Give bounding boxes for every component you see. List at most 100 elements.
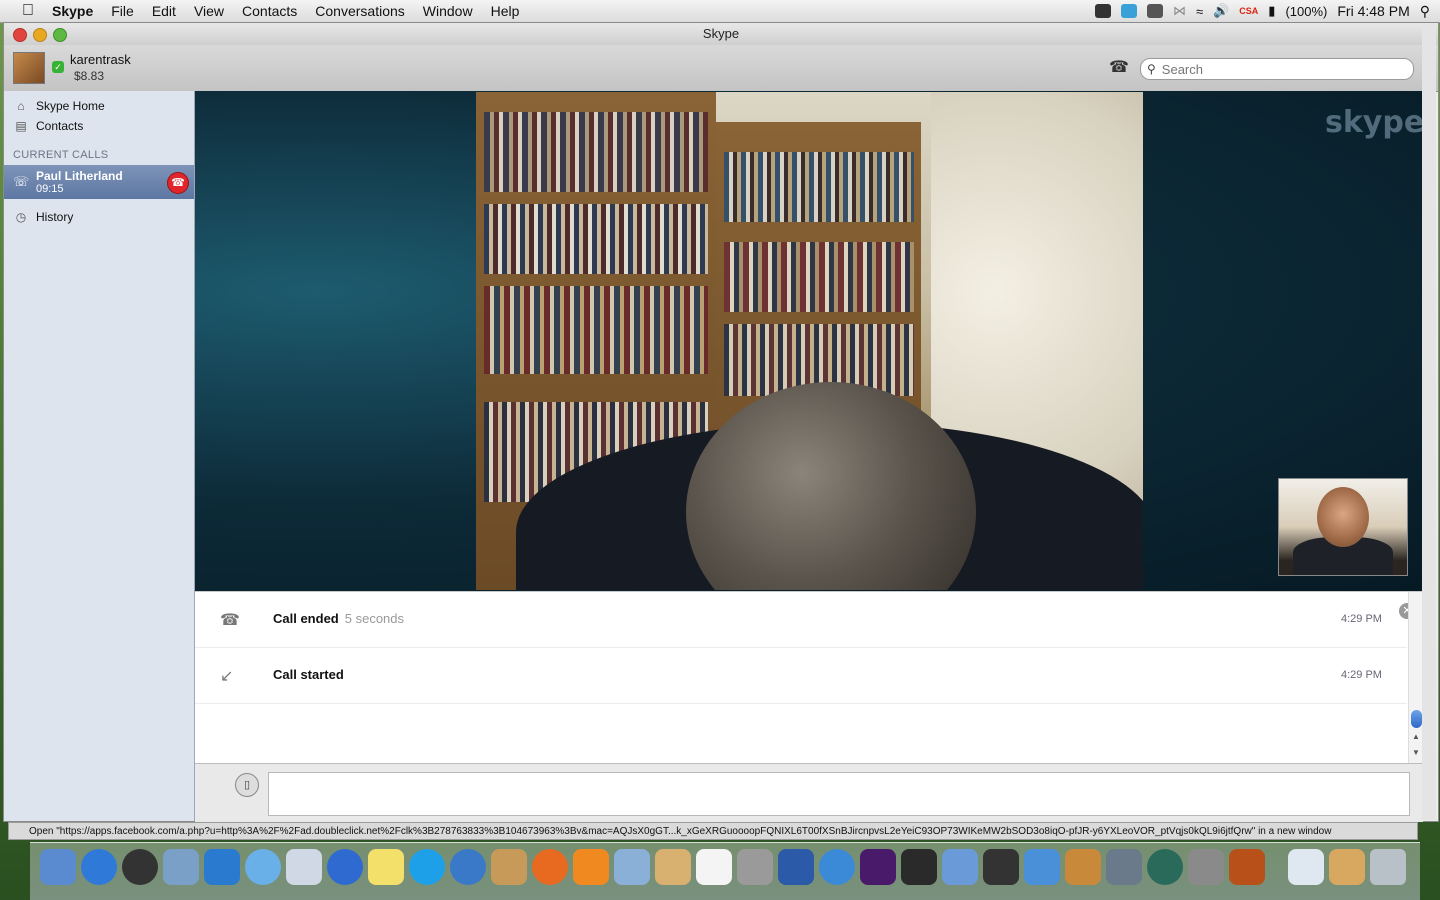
window-scrollbar[interactable] bbox=[1422, 24, 1436, 820]
trash-icon[interactable] bbox=[1370, 849, 1406, 885]
username[interactable]: karentrask bbox=[70, 52, 131, 67]
quicktime-icon[interactable] bbox=[450, 849, 486, 885]
menu-edit[interactable]: Edit bbox=[152, 3, 176, 19]
sidebar-item-label: History bbox=[36, 210, 74, 224]
photo-booth-icon[interactable] bbox=[614, 849, 650, 885]
google-earth-icon[interactable] bbox=[327, 849, 363, 885]
call-event-time: 4:29 PM bbox=[1341, 613, 1382, 625]
skype-credit[interactable]: $8.83 bbox=[74, 69, 104, 83]
expose-icon[interactable] bbox=[1106, 849, 1142, 885]
skype-icon[interactable] bbox=[409, 849, 445, 885]
window-minimize-button[interactable] bbox=[33, 28, 47, 42]
finder-icon[interactable] bbox=[40, 849, 76, 885]
word-icon[interactable] bbox=[204, 849, 240, 885]
scroll-up-icon[interactable]: ▲ bbox=[1412, 732, 1420, 741]
system-preferences-icon[interactable] bbox=[1188, 849, 1224, 885]
app-store-icon[interactable] bbox=[81, 849, 117, 885]
avatar[interactable] bbox=[13, 52, 45, 84]
menu-view[interactable]: View bbox=[194, 3, 224, 19]
premiere-icon[interactable] bbox=[860, 849, 896, 885]
scroll-down-icon[interactable]: ▼ bbox=[1412, 748, 1420, 757]
calendar-icon[interactable] bbox=[696, 849, 732, 885]
stickies-icon[interactable] bbox=[368, 849, 404, 885]
menu-extras: ⋈ ≈ 🔊 CSA ▮ (100%) Fri 4:48 PM ⚲ bbox=[1094, 0, 1440, 22]
migration-icon[interactable] bbox=[942, 849, 978, 885]
time-machine-icon[interactable] bbox=[1147, 849, 1183, 885]
menu-file[interactable]: File bbox=[111, 3, 134, 19]
menu-bar:  Skype File Edit View Contacts Conversa… bbox=[0, 0, 1440, 23]
current-calls-header: CURRENT CALLS bbox=[13, 149, 109, 161]
safari-icon[interactable] bbox=[245, 849, 281, 885]
self-person-face bbox=[1317, 487, 1369, 547]
sidebar-item-history[interactable]: ◷ History bbox=[4, 207, 194, 227]
call-event-label: Call started bbox=[273, 667, 344, 682]
spotlight-icon[interactable]: ⚲ bbox=[1420, 3, 1430, 20]
self-video-preview[interactable] bbox=[1278, 478, 1408, 576]
profile-toolbar: ✓ karentrask $8.83 ☎ ⚲ bbox=[4, 45, 1438, 92]
preview-icon[interactable] bbox=[163, 849, 199, 885]
sidebar: ⌂ Skype Home ▤ Contacts CURRENT CALLS ☏ … bbox=[4, 91, 195, 821]
vlc-icon[interactable] bbox=[573, 849, 609, 885]
xcode-icon[interactable] bbox=[286, 849, 322, 885]
menu-window[interactable]: Window bbox=[423, 3, 473, 19]
sidebar-item-skype-home[interactable]: ⌂ Skype Home bbox=[4, 96, 194, 116]
image-capture-icon[interactable] bbox=[737, 849, 773, 885]
window-titlebar: Skype bbox=[4, 23, 1438, 45]
battery-icon[interactable]: ▮ bbox=[1268, 3, 1275, 19]
menu-conversations[interactable]: Conversations bbox=[315, 3, 405, 19]
window-close-button[interactable] bbox=[13, 28, 27, 42]
message-input-bar: ▯ ☺▾ bbox=[195, 763, 1423, 822]
menu-app-name[interactable]: Skype bbox=[52, 3, 93, 19]
wifi-icon[interactable]: ≈ bbox=[1196, 4, 1203, 19]
search-input[interactable] bbox=[1159, 60, 1404, 78]
incoming-call-icon: ↙ bbox=[220, 668, 234, 685]
clapper-icon[interactable] bbox=[983, 849, 1019, 885]
video-call-area[interactable]: skype bbox=[195, 91, 1425, 591]
aperture-icon[interactable] bbox=[1065, 849, 1101, 885]
final-cut-icon[interactable] bbox=[901, 849, 937, 885]
flag-icon[interactable]: CSA bbox=[1239, 6, 1258, 16]
message-input[interactable]: ☺▾ bbox=[268, 772, 1410, 816]
address-book-icon[interactable] bbox=[655, 849, 691, 885]
window-zoom-button[interactable] bbox=[53, 28, 67, 42]
imovie-icon[interactable] bbox=[1024, 849, 1060, 885]
battery-percent[interactable]: (100%) bbox=[1285, 4, 1327, 19]
dashboard-icon[interactable] bbox=[122, 849, 158, 885]
hangup-icon: ☎ bbox=[220, 612, 240, 629]
window-title: Skype bbox=[702, 26, 740, 41]
apple-menu-icon[interactable]:  bbox=[18, 1, 38, 21]
display-icon[interactable] bbox=[1146, 4, 1163, 18]
dock bbox=[30, 842, 1420, 900]
itunes-icon[interactable] bbox=[819, 849, 855, 885]
clock[interactable]: Fri 4:48 PM bbox=[1337, 3, 1409, 19]
scrollbar-thumb[interactable] bbox=[1411, 710, 1422, 728]
iphoto-icon[interactable] bbox=[491, 849, 527, 885]
bluetooth-icon[interactable]: ⋈ bbox=[1173, 3, 1186, 19]
sms-mobile-icon[interactable]: ▯ bbox=[235, 773, 259, 797]
game-icon[interactable] bbox=[1229, 849, 1265, 885]
sidebar-item-label: Contacts bbox=[36, 119, 84, 133]
volume-icon[interactable]: 🔊 bbox=[1213, 3, 1229, 19]
dropbox-icon[interactable] bbox=[1120, 4, 1137, 18]
status-menu-icon[interactable] bbox=[1094, 4, 1111, 18]
sidebar-item-contacts[interactable]: ▤ Contacts bbox=[4, 116, 194, 136]
skype-window: Skype ✓ karentrask $8.83 ☎ ⚲ ⌂ Skype Hom… bbox=[3, 22, 1439, 822]
call-icon: ☏ bbox=[13, 174, 30, 189]
sidebar-item-label: Skype Home bbox=[36, 99, 105, 113]
documents-folder-icon[interactable] bbox=[1288, 849, 1324, 885]
network-icon[interactable] bbox=[778, 849, 814, 885]
sidebar-item-current-call[interactable]: ☏ Paul Litherland 09:15 ☎ bbox=[4, 165, 194, 199]
menu-contacts[interactable]: Contacts bbox=[242, 3, 297, 19]
home-icon: ⌂ bbox=[17, 99, 25, 113]
firefox-icon[interactable] bbox=[532, 849, 568, 885]
dialpad-icon[interactable]: ☎ bbox=[1109, 58, 1129, 78]
call-event-row: ☎ Call ended 5 seconds 4:29 PM bbox=[195, 592, 1407, 648]
call-event-detail: 5 seconds bbox=[344, 611, 405, 626]
hangup-button[interactable]: ☎ bbox=[167, 172, 189, 194]
downloads-folder-icon[interactable] bbox=[1329, 849, 1365, 885]
skype-watermark: skype bbox=[1325, 105, 1425, 140]
search-box[interactable]: ⚲ bbox=[1140, 58, 1414, 80]
call-event-row: ↙ Call started 4:29 PM bbox=[195, 648, 1407, 704]
menu-help[interactable]: Help bbox=[491, 3, 520, 19]
online-status-icon[interactable]: ✓ bbox=[52, 61, 64, 73]
